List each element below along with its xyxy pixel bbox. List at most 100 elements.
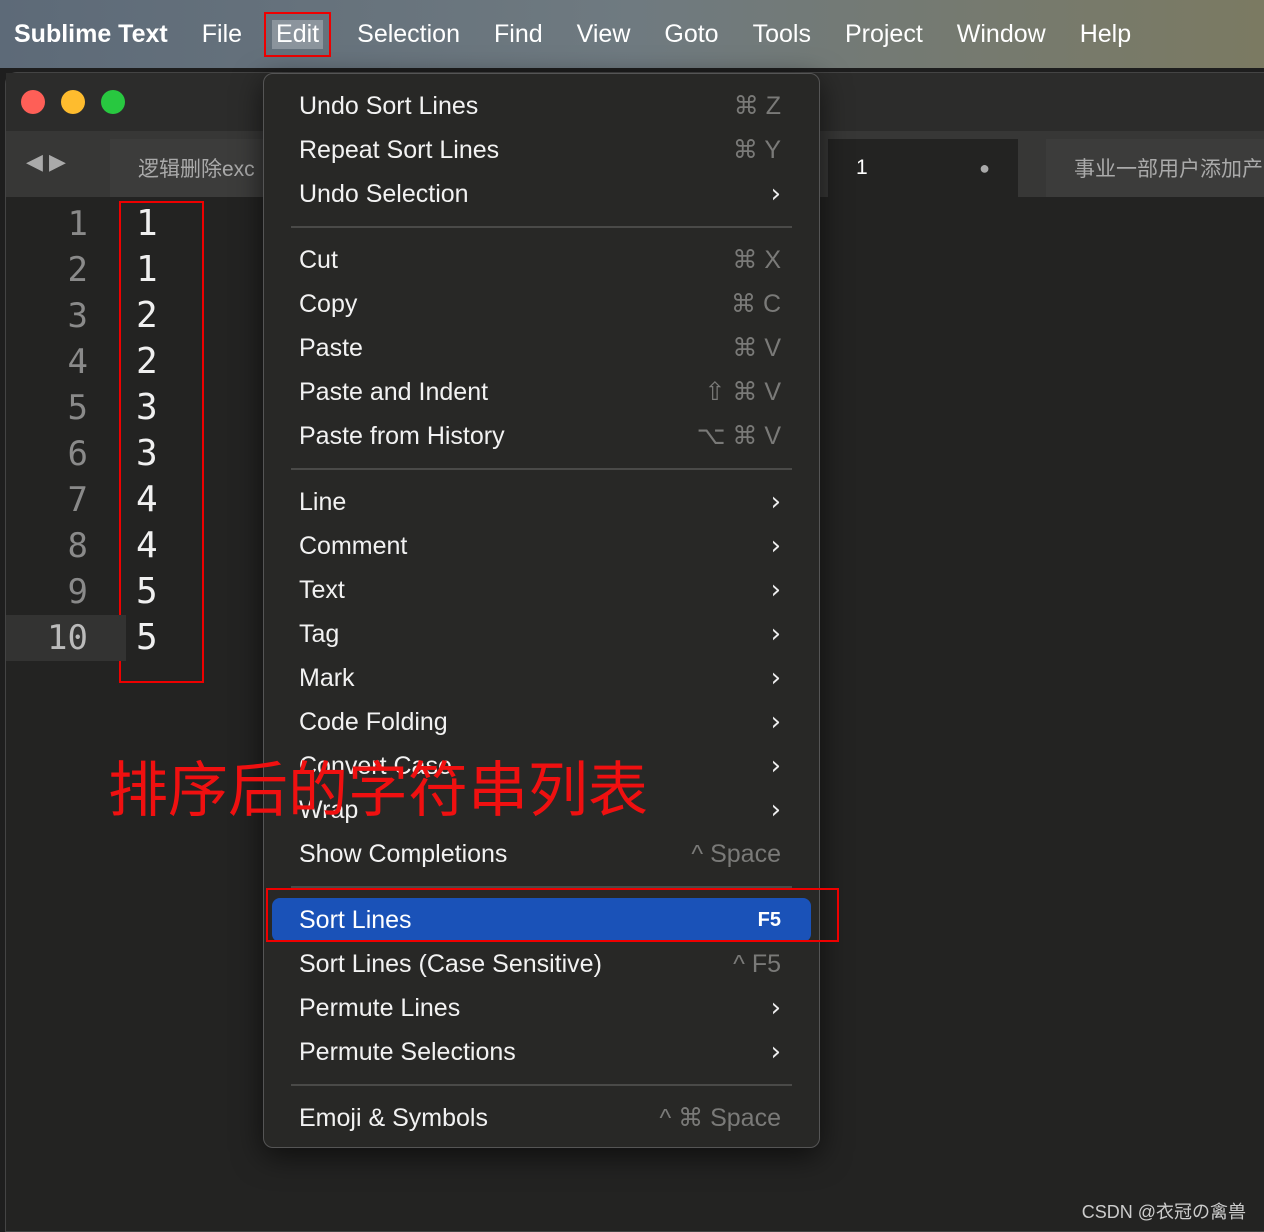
- chevron-right-icon: ›: [770, 663, 781, 693]
- menu-item-comment[interactable]: Comment ›: [272, 524, 811, 568]
- menu-item-label: Text: [299, 575, 345, 604]
- line-number: 1: [67, 204, 88, 244]
- code-line: 2: [136, 295, 158, 336]
- annotation-box: [119, 201, 204, 683]
- line-number: 4: [67, 342, 88, 382]
- menu-item-text[interactable]: Text ›: [272, 568, 811, 612]
- chevron-right-icon: ›: [770, 707, 781, 737]
- code-line: 1: [136, 249, 158, 290]
- code-line: 5: [136, 571, 158, 612]
- menu-item-label: Emoji & Symbols: [299, 1103, 488, 1132]
- watermark: CSDN @衣冠の禽兽: [1081, 1202, 1246, 1222]
- menu-item-label: Undo Selection: [299, 179, 469, 208]
- menu-item-label: Permute Lines: [299, 993, 461, 1022]
- code-line: 2: [136, 341, 158, 382]
- menu-item-paste-and-indent[interactable]: Paste and Indent ⇧ ⌘ V: [272, 370, 811, 414]
- chevron-right-icon: ›: [770, 619, 781, 649]
- menu-item-paste[interactable]: Paste ⌘ V: [272, 326, 811, 370]
- menu-window[interactable]: Window: [957, 20, 1046, 49]
- shortcut: ⌥ ⌘ V: [696, 422, 781, 450]
- menu-item-tag[interactable]: Tag ›: [272, 612, 811, 656]
- shortcut: ⌘ X: [732, 246, 781, 274]
- chevron-right-icon: ›: [770, 179, 781, 209]
- line-number: 10: [6, 615, 126, 661]
- menu-item-label: Line: [299, 487, 347, 516]
- chevron-right-icon: ›: [770, 993, 781, 1023]
- menu-item-cut[interactable]: Cut ⌘ X: [272, 238, 811, 282]
- minimize-button[interactable]: [61, 90, 85, 114]
- chevron-right-icon: ›: [770, 575, 781, 605]
- shortcut: ^ F5: [733, 949, 781, 978]
- code-line: 3: [136, 387, 158, 428]
- menu-item-label: Code Folding: [299, 707, 448, 736]
- menu-item-label: Paste and Indent: [299, 377, 489, 406]
- menu-item-paste-from-history[interactable]: Paste from History ⌥ ⌘ V: [272, 414, 811, 458]
- menu-edit[interactable]: Edit: [264, 11, 332, 57]
- line-number: 5: [67, 388, 88, 428]
- menu-item-label: Paste from History: [299, 421, 505, 450]
- menu-item-repeat-sort-lines[interactable]: Repeat Sort Lines ⌘ Y: [272, 128, 811, 172]
- menu-item-label: Mark: [299, 663, 355, 692]
- line-number: 9: [67, 572, 88, 612]
- menu-separator: [291, 468, 792, 470]
- menu-selection[interactable]: Selection: [357, 20, 460, 49]
- chevron-right-icon: ›: [770, 531, 781, 561]
- menu-project[interactable]: Project: [845, 20, 923, 49]
- shortcut: ⇧ ⌘ V: [704, 378, 781, 406]
- chevron-right-icon: ›: [770, 795, 781, 825]
- menu-item-label: Cut: [299, 245, 338, 274]
- menu-item-line[interactable]: Line ›: [272, 480, 811, 524]
- annotation-text: 排序后的字符串列表: [108, 756, 648, 826]
- menu-tools[interactable]: Tools: [753, 20, 811, 49]
- menu-item-copy[interactable]: Copy ⌘ C: [272, 282, 811, 326]
- menu-item-permute-lines[interactable]: Permute Lines ›: [272, 986, 811, 1030]
- menu-item-label: Tag: [299, 619, 340, 648]
- code-line: 1: [136, 203, 158, 244]
- menu-item-label: Copy: [299, 289, 358, 318]
- chevron-right-icon: ›: [770, 1037, 781, 1067]
- menu-item-label: Permute Selections: [299, 1037, 516, 1066]
- menu-find[interactable]: Find: [494, 20, 543, 49]
- tab-nav-arrows-icon[interactable]: ◀ ▶: [26, 149, 66, 175]
- line-number: 6: [67, 434, 88, 474]
- tab-label: 事业一部用户添加产: [1074, 158, 1263, 181]
- menu-separator: [291, 226, 792, 228]
- tab[interactable]: 事业一部用户添加产: [1046, 139, 1264, 197]
- unsaved-dot-icon: ●: [979, 157, 990, 178]
- shortcut: ⌘ Y: [732, 136, 781, 164]
- shortcut: ^ ⌘ Space: [659, 1104, 781, 1132]
- code-line: 4: [136, 479, 158, 520]
- menu-item-label: Sort Lines (Case Sensitive): [299, 949, 602, 978]
- line-number: 2: [67, 250, 88, 290]
- menu-item-undo-sort-lines[interactable]: Undo Sort Lines ⌘ Z: [272, 84, 811, 128]
- line-number: 3: [67, 296, 88, 336]
- close-button[interactable]: [21, 90, 45, 114]
- tab-label: 1: [856, 156, 868, 179]
- menu-item-permute-selections[interactable]: Permute Selections ›: [272, 1030, 811, 1074]
- menu-help[interactable]: Help: [1080, 20, 1131, 49]
- menu-item-code-folding[interactable]: Code Folding ›: [272, 700, 811, 744]
- tab-active[interactable]: 1 ●: [828, 139, 1018, 197]
- code-line: 3: [136, 433, 158, 474]
- code-line: 5: [136, 617, 158, 658]
- menu-item-label: Undo Sort Lines: [299, 91, 479, 120]
- menu-item-label: Repeat Sort Lines: [299, 135, 500, 164]
- menu-item-label: Comment: [299, 531, 408, 560]
- chevron-right-icon: ›: [770, 751, 781, 781]
- menu-item-label: Paste: [299, 333, 363, 362]
- menu-item-sort-lines-case-sensitive-[interactable]: Sort Lines (Case Sensitive) ^ F5: [272, 942, 811, 986]
- menu-item-undo-selection[interactable]: Undo Selection ›: [272, 172, 811, 216]
- shortcut: ⌘ C: [731, 290, 781, 318]
- menu-item-mark[interactable]: Mark ›: [272, 656, 811, 700]
- menu-item-show-completions[interactable]: Show Completions ^ Space: [272, 832, 811, 876]
- tab-label: 逻辑删除exc: [138, 158, 255, 181]
- menu-file[interactable]: File: [202, 20, 242, 49]
- zoom-button[interactable]: [101, 90, 125, 114]
- menu-item-emoji-symbols[interactable]: Emoji & Symbols ^ ⌘ Space: [272, 1096, 811, 1140]
- line-number: 7: [67, 480, 88, 520]
- menu-goto[interactable]: Goto: [664, 20, 718, 49]
- shortcut: ^ Space: [691, 839, 781, 868]
- menu-sublime-text[interactable]: Sublime Text: [14, 20, 168, 49]
- menu-view[interactable]: View: [577, 20, 631, 49]
- shortcut: ⌘ V: [732, 334, 781, 362]
